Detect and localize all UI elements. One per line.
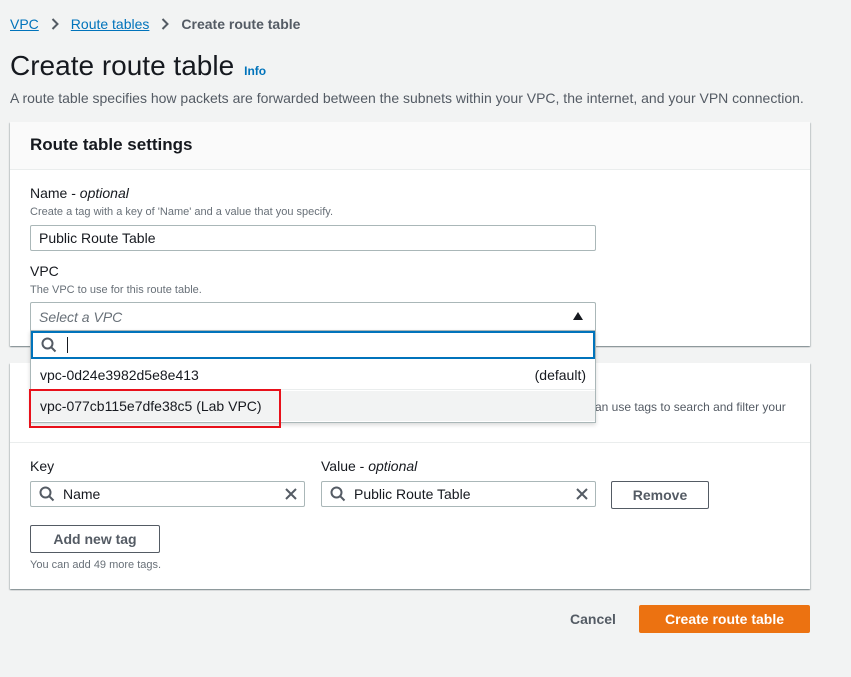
chevron-right-icon xyxy=(161,18,170,30)
name-label-text: Name - xyxy=(30,185,80,201)
page-description: A route table specifies how packets are … xyxy=(10,90,804,106)
page-title: Create route table Info xyxy=(10,50,266,82)
breadcrumb-vpc-link[interactable]: VPC xyxy=(10,16,39,32)
search-icon xyxy=(39,486,55,502)
caret-up-icon xyxy=(573,312,583,320)
info-link[interactable]: Info xyxy=(244,64,266,78)
panel-header: Route table settings xyxy=(10,122,810,170)
breadcrumb-current: Create route table xyxy=(181,16,301,32)
vpc-option-label: vpc-0d24e3982d5e8e413 xyxy=(40,366,199,383)
remove-tag-button[interactable]: Remove xyxy=(611,481,709,509)
tag-key-label: Key xyxy=(30,458,55,474)
cancel-button[interactable]: Cancel xyxy=(570,611,616,627)
panel-title: Route table settings xyxy=(30,135,193,154)
vpc-option-default[interactable]: vpc-0d24e3982d5e8e413 (default) xyxy=(31,360,595,390)
tags-description: an use tags to search and filter your xyxy=(595,400,786,414)
vpc-search-input[interactable] xyxy=(31,331,595,359)
vpc-select-placeholder: Select a VPC xyxy=(39,308,123,325)
name-input-value: Public Route Table xyxy=(39,230,156,246)
tag-key-input[interactable]: Name xyxy=(30,481,305,507)
search-icon xyxy=(330,486,346,502)
vpc-select[interactable]: Select a VPC xyxy=(30,302,596,330)
create-route-table-button[interactable]: Create route table xyxy=(639,605,810,633)
name-label: Name - optional xyxy=(30,185,129,201)
name-optional-text: optional xyxy=(79,185,129,201)
tag-value-value: Public Route Table xyxy=(354,486,471,502)
clear-icon[interactable] xyxy=(278,487,304,501)
vpc-option-tag: (default) xyxy=(534,366,586,383)
tag-key-value: Name xyxy=(63,486,101,502)
page-title-text: Create route table xyxy=(10,50,235,81)
vpc-label: VPC xyxy=(30,263,59,279)
tag-value-label: Value - optional xyxy=(321,458,417,474)
tag-value-label-text: Value - xyxy=(321,458,369,474)
tag-value-optional-text: optional xyxy=(368,458,418,474)
add-new-tag-button[interactable]: Add new tag xyxy=(30,525,160,553)
search-icon xyxy=(41,337,57,353)
chevron-right-icon xyxy=(51,18,59,30)
tags-remaining-hint: You can add 49 more tags. xyxy=(30,559,162,571)
highlight-annotation-box xyxy=(29,389,281,428)
name-hint: Create a tag with a key of 'Name' and a … xyxy=(30,206,333,218)
breadcrumb-route-tables-link[interactable]: Route tables xyxy=(71,16,150,32)
tag-value-input[interactable]: Public Route Table xyxy=(321,481,596,507)
divider xyxy=(10,442,810,443)
clear-icon[interactable] xyxy=(569,487,595,501)
breadcrumb: VPC Route tables Create route table xyxy=(10,15,300,33)
text-cursor xyxy=(67,337,68,353)
vpc-hint: The VPC to use for this route table. xyxy=(30,284,202,296)
name-input[interactable]: Public Route Table xyxy=(30,225,596,251)
